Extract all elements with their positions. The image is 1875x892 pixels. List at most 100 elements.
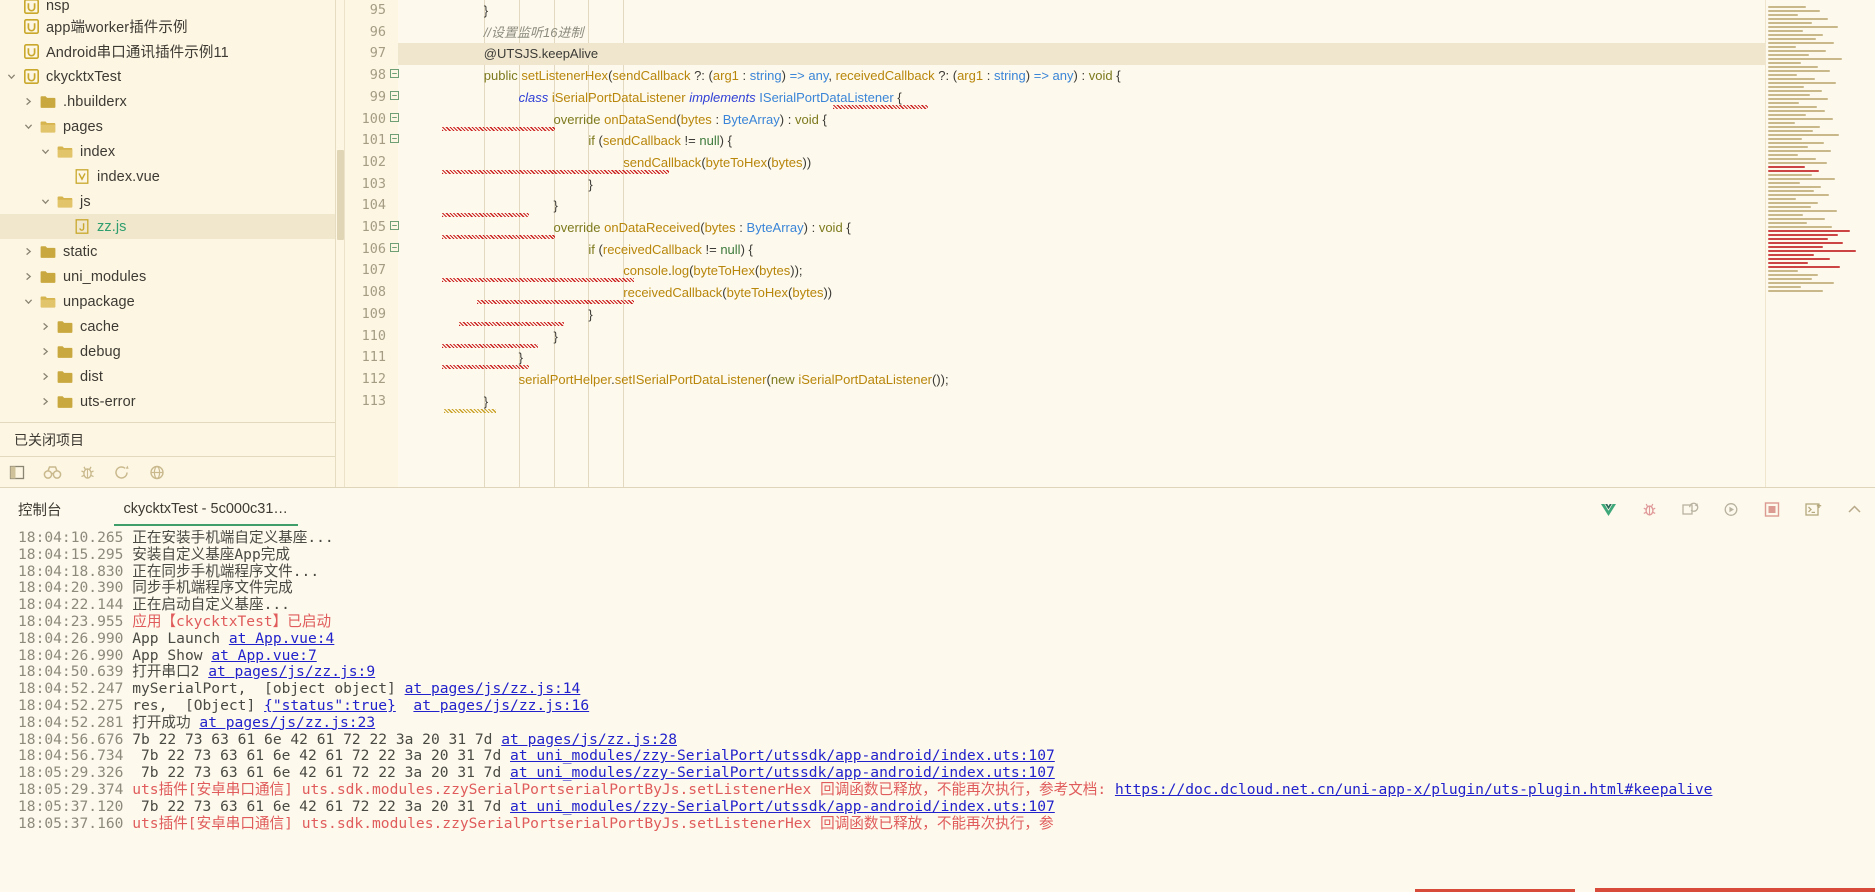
chevron-right-icon[interactable] [36,347,54,356]
code-line[interactable]: receivedCallback(byteToHex(bytes)) [623,282,832,304]
collapse-icon[interactable] [1843,498,1865,520]
tree-item-js[interactable]: js [0,189,335,214]
tree-item-dist[interactable]: dist [0,364,335,389]
tree-item-unpackage[interactable]: unpackage [0,289,335,314]
tree-item-static[interactable]: static [0,239,335,264]
chevron-right-icon[interactable] [19,272,37,281]
console-log-list[interactable]: 18:04:10.265 正在安装手机端自定义基座... 18:04:15.295… [0,530,1875,892]
chevron-down-icon[interactable] [19,297,37,306]
project-tree[interactable]: nsp app端worker插件示例 Android串口通讯插件示例11 ckyckt… [0,0,335,422]
tree-item-cache[interactable]: cache [0,314,335,339]
log-link[interactable]: at uni_modules/zzy-SerialPort/utssdk/app… [510,798,1055,815]
bug-icon[interactable] [76,461,98,483]
code-line[interactable]: override onDataSend(bytes : ByteArray) :… [554,109,827,131]
chevron-down-icon[interactable] [2,72,20,81]
code-line[interactable]: serialPortHelper.setISerialPortDataListe… [519,369,949,391]
code-editor[interactable]: 95} 96 //设置监听16进制 97 @UTSJS.keepAlive 98 publi… [336,0,1875,487]
log-link[interactable]: at pages/js/zz.js:14 [405,680,581,697]
code-line[interactable]: //设置监听16进制 [484,22,584,44]
fold-toggle-icon[interactable] [388,109,400,131]
log-text: 应用【ckycktxTest】已启动 [132,612,332,630]
editor-minimap[interactable] [1765,0,1875,487]
tree-item-debug[interactable]: debug [0,339,335,364]
minimap-line [1768,274,1818,276]
refresh-icon[interactable] [111,461,133,483]
console-tab-project[interactable]: ckycktxTest - 5c000c31… [113,497,298,526]
run-icon[interactable] [1720,498,1742,520]
log-link[interactable]: https://doc.dcloud.net.cn/uni-app-x/plug… [1115,781,1712,798]
minimap-line [1768,198,1796,200]
log-text: res, [Object] [132,696,265,714]
log-timestamp: 18:04:15.295 [18,545,124,563]
code-line[interactable]: } [484,0,488,22]
log-link[interactable]: at App.vue:4 [229,630,334,647]
log-link[interactable]: at pages/js/zz.js:16 [413,697,589,714]
code-line[interactable]: } [588,304,592,326]
vue-devtools-icon[interactable] [1597,498,1619,520]
fold-toggle-icon[interactable] [388,65,400,87]
chevron-right-icon[interactable] [36,397,54,406]
code-line[interactable]: } [554,195,558,217]
reload-icon[interactable] [1679,498,1701,520]
chevron-down-icon[interactable] [36,197,54,206]
chevron-right-icon[interactable] [36,322,54,331]
minimap-line [1768,254,1814,256]
chevron-right-icon[interactable] [19,97,37,106]
log-link[interactable]: at pages/js/zz.js:28 [501,731,677,748]
minimap-line [1768,22,1812,24]
code-line[interactable]: if (receivedCallback != null) { [588,239,753,261]
chevron-down-icon[interactable] [19,122,37,131]
tree-item-pages[interactable]: pages [0,114,335,139]
tree-item-index.vue[interactable]: index.vue [0,164,335,189]
tree-item-appworker[interactable]: app端worker插件示例 [0,14,335,39]
code-line[interactable]: console.log(byteToHex(bytes)); [623,260,802,282]
tree-item-label: debug [80,343,121,360]
log-link[interactable]: at uni_modules/zzy-SerialPort/utssdk/app… [510,764,1055,781]
minimap-line [1768,222,1807,224]
tree-item-zz.js[interactable]: zz.js [0,214,335,239]
code-line[interactable]: if (sendCallback != null) { [588,130,732,152]
stop-icon[interactable] [1761,498,1783,520]
log-link[interactable]: at pages/js/zz.js:9 [208,663,375,680]
uniapp-project-icon [20,69,42,84]
code-line[interactable]: } [554,326,558,348]
code-line[interactable]: } [588,174,592,196]
log-link[interactable]: at pages/js/zz.js:23 [199,714,375,731]
minimap-line [1768,18,1828,20]
tree-item-uni_modules[interactable]: uni_modules [0,264,335,289]
minimap-line [1768,270,1798,272]
log-link[interactable]: at uni_modules/zzy-SerialPort/utssdk/app… [510,747,1055,764]
tree-item-.hbuilderx[interactable]: .hbuilderx [0,89,335,114]
fold-toggle-icon[interactable] [388,217,400,239]
log-text: uts插件[安卓串口通信] uts.sdk.modules.zzySerialP… [132,814,821,832]
chevron-right-icon[interactable] [19,247,37,256]
code-line[interactable]: public setListenerHex(sendCallback ?: (a… [484,65,1121,87]
tree-item-ckycktxtest[interactable]: ckycktxTest [0,64,335,89]
log-link[interactable]: {"status":true} [264,697,396,714]
code-line[interactable]: override onDataReceived(bytes : ByteArra… [554,217,851,239]
minimap-line [1768,14,1798,16]
globe-icon[interactable] [146,461,168,483]
fold-toggle-icon[interactable] [388,130,400,152]
fold-toggle-icon[interactable] [388,87,400,109]
code-line[interactable]: @UTSJS.keepAlive [484,43,598,65]
tree-item-uts-error[interactable]: uts-error [0,389,335,414]
editor-code-area[interactable]: 95} 96 //设置监听16进制 97 @UTSJS.keepAlive 98 publi… [362,0,1875,487]
tree-item-nsp[interactable]: nsp [0,0,335,14]
folder-icon [54,320,76,334]
minimap-line [1768,66,1818,68]
log-link[interactable]: at App.vue:7 [211,647,316,664]
minimap-line [1768,238,1828,240]
fold-toggle-icon[interactable] [388,239,400,261]
closed-projects-row[interactable]: 已关闭项目 [0,422,335,456]
minimap-line [1768,278,1812,280]
error-squiggle [832,104,929,109]
chevron-right-icon[interactable] [36,372,54,381]
chevron-down-icon[interactable] [36,147,54,156]
tree-item-android11[interactable]: Android串口通讯插件示例11 [0,39,335,64]
panel-toggle-icon[interactable] [6,461,28,483]
bug-icon[interactable] [1638,498,1660,520]
tree-item-index[interactable]: index [0,139,335,164]
terminal-icon[interactable] [1802,498,1824,520]
binoculars-icon[interactable] [41,461,63,483]
